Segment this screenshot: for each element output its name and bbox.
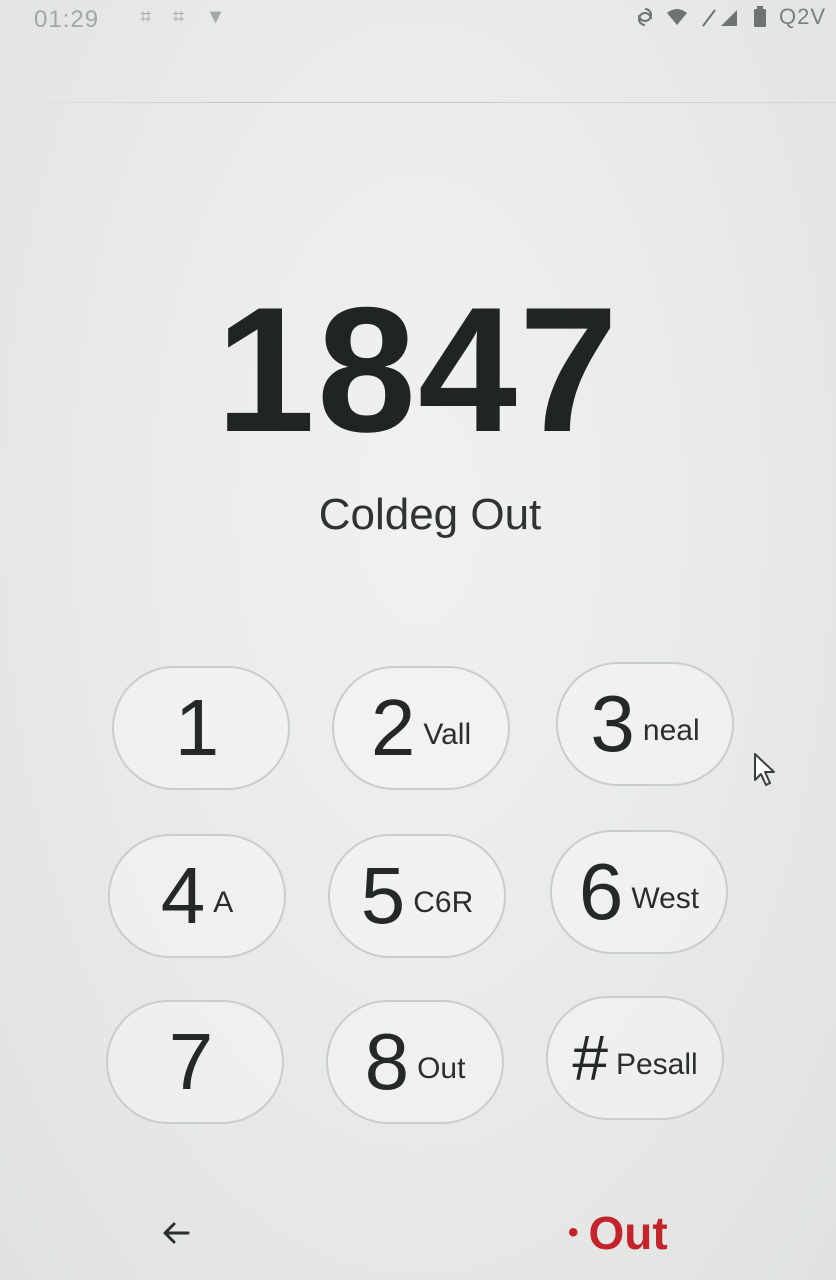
key-digit: 2 — [370, 683, 416, 772]
key-7[interactable]: 7 — [106, 1000, 284, 1124]
back-button[interactable] — [160, 1214, 192, 1259]
battery-icon — [753, 6, 766, 27]
sync-icon — [637, 8, 652, 26]
key-digit: 6 — [578, 847, 624, 936]
header-divider — [0, 102, 836, 103]
key-digit: 7 — [168, 1017, 214, 1106]
key-1[interactable]: 1 — [112, 666, 290, 790]
caller-label: Coldeg Out — [318, 490, 542, 539]
out-label: Out — [588, 1207, 668, 1259]
dialed-number: 1847 — [216, 270, 620, 469]
dot-icon: • — [568, 1216, 579, 1249]
battery-text: Q2V — [778, 4, 826, 29]
key-8[interactable]: 8 Out — [326, 1000, 504, 1124]
key-letters: Pesall — [615, 1048, 698, 1081]
key-digit: 5 — [360, 851, 406, 940]
key-5[interactable]: 5 C6R — [328, 834, 506, 958]
key-letters: Vall — [423, 718, 472, 751]
key-letters: neal — [642, 714, 700, 747]
out-button[interactable]: • Out — [568, 1206, 668, 1260]
dialer-screen: 01:29 ⌗ ⌗ ▼ Q2V 1847 Coldeg Out 1 2 Vall… — [0, 0, 836, 1280]
wifi-icon — [666, 9, 687, 25]
signal-icon — [702, 9, 737, 27]
key-2[interactable]: 2 Vall — [332, 666, 510, 790]
key-3[interactable]: 3 neal — [556, 662, 734, 786]
key-digit: 3 — [590, 679, 635, 768]
notification-icons: ⌗ ⌗ ▼ — [140, 6, 234, 28]
status-time: 01:29 — [34, 6, 100, 33]
status-bar: 01:29 ⌗ ⌗ ▼ Q2V — [0, 0, 836, 40]
key-digit: 1 — [174, 683, 220, 772]
key-letters: West — [631, 882, 700, 915]
key-6[interactable]: 6 West — [550, 830, 728, 954]
key-4[interactable]: 4 A — [108, 834, 286, 958]
key-letters: A — [213, 886, 234, 919]
key-letters: C6R — [413, 886, 474, 919]
mouse-pointer-icon — [754, 753, 775, 786]
status-right-cluster: Q2V — [637, 4, 826, 30]
key-digit: # — [572, 1022, 608, 1094]
key-hash[interactable]: # Pesall — [546, 996, 724, 1120]
key-digit: 8 — [364, 1017, 410, 1106]
key-letters: Out — [417, 1052, 466, 1085]
key-digit: 4 — [160, 851, 206, 940]
back-arrow-icon — [163, 1222, 190, 1244]
